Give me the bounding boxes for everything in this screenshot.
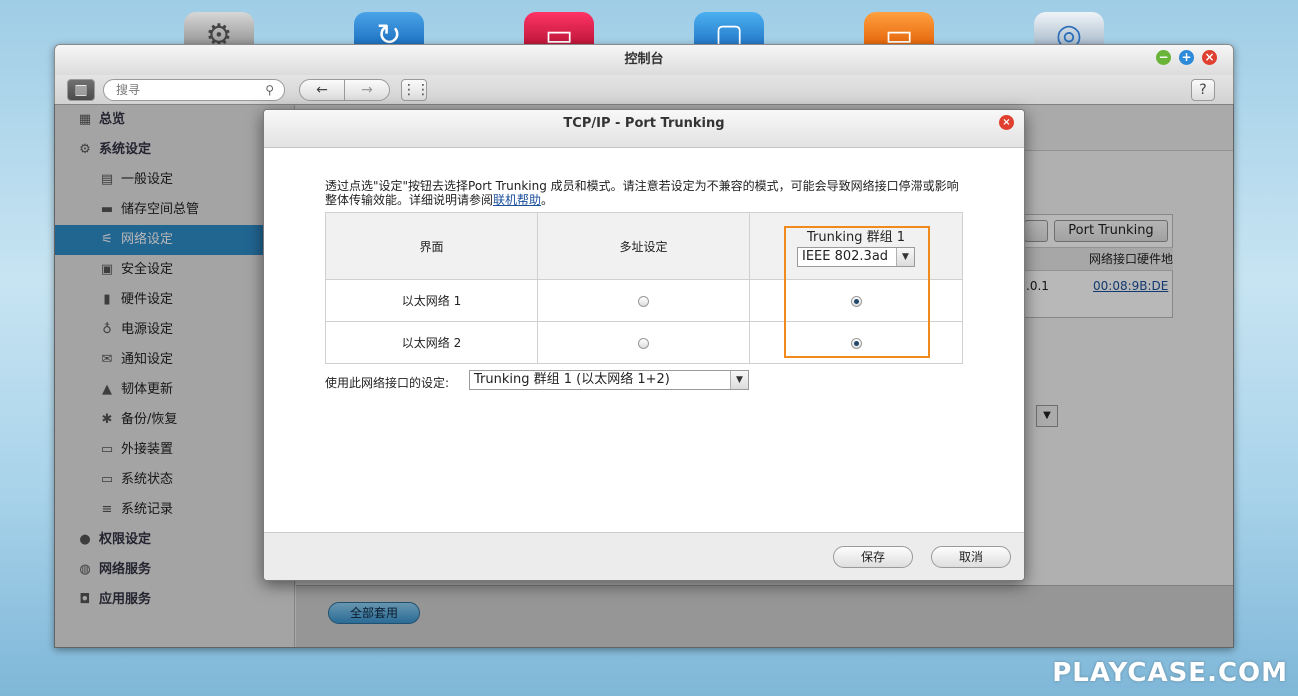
help-button[interactable]: ? [1191,79,1215,101]
multi-address-cell [537,321,750,364]
table-header-row: 界面 多址设定 Trunking 群组 1 IEEE 802.3ad ▼ [325,212,963,280]
description-text: 透过点选"设定"按钮去选择Port Trunking 成员和模式。请注意若设定为… [325,179,959,207]
window-title: 控制台 [55,45,1233,75]
interface-cell: 以太网络 1 [325,279,538,322]
interface-cell: 以太网络 2 [325,321,538,364]
header-trunk-group: Trunking 群组 1 IEEE 802.3ad ▼ [749,212,963,280]
trunk-group-radio-eth2[interactable] [850,337,862,349]
dialog-title: TCP/IP - Port Trunking [264,110,1024,148]
use-interface-label: 使用此网络接口的设定: [325,376,450,390]
header-interface: 界面 [325,212,538,280]
grid-icon: ⋮⋮ [402,82,430,98]
header-multi-address: 多址设定 [537,212,750,280]
trunk-group-cell [749,321,963,364]
arrow-left-icon: ← [316,82,328,98]
multi-address-radio-eth2[interactable] [638,337,649,349]
minimize-icon[interactable]: − [1156,50,1171,65]
chevron-down-icon: ▼ [896,247,914,266]
toolbar: ▥ 搜寻 ⚲ ← → ⋮⋮ ? [55,75,1233,105]
trunk-group-label: Trunking 群组 1 [806,229,906,245]
close-window-icon[interactable]: × [1202,50,1217,65]
online-help-link[interactable]: 联机帮助 [493,193,541,207]
search-input[interactable]: 搜寻 ⚲ [103,79,285,101]
close-dialog-icon[interactable]: × [999,115,1014,130]
trunking-mode-select[interactable]: IEEE 802.3ad ▼ [797,246,915,267]
trunking-table: 界面 多址设定 Trunking 群组 1 IEEE 802.3ad ▼ 以太网… [325,212,963,364]
table-row: 以太网络 2 [325,321,963,364]
maximize-icon[interactable]: + [1179,50,1194,65]
search-placeholder: 搜寻 [116,83,141,97]
trunk-group-cell [749,279,963,322]
panel-icon: ▥ [74,82,88,98]
sidebar-toggle-button[interactable]: ▥ [67,79,95,101]
port-trunking-dialog: TCP/IP - Port Trunking × 透过点选"设定"按钮去选择Po… [263,109,1025,581]
back-button[interactable]: ← [299,79,345,101]
search-icon: ⚲ [265,83,274,97]
use-interface-select[interactable]: Trunking 群组 1 (以太网络 1+2) ▼ [469,370,749,390]
forward-button[interactable]: → [344,79,390,101]
save-button[interactable]: 保存 [833,546,913,568]
cancel-button[interactable]: 取消 [931,546,1011,568]
trunk-group-radio-eth1[interactable] [850,295,862,307]
table-row: 以太网络 1 [325,279,963,322]
apps-grid-button[interactable]: ⋮⋮ [401,79,430,101]
window-controls: − + × [1156,50,1217,65]
trunking-mode-value: IEEE 802.3ad [802,248,889,264]
arrow-right-icon: → [361,82,373,98]
description-end: 。 [541,193,554,207]
multi-address-cell [537,279,750,322]
chevron-down-icon: ▼ [730,371,748,389]
dialog-footer: 保存 取消 [264,532,1024,580]
watermark: PLAYCASE.COM [1052,658,1288,688]
dialog-description: 透过点选"设定"按钮去选择Port Trunking 成员和模式。请注意若设定为… [325,179,965,207]
use-interface-value: Trunking 群组 1 (以太网络 1+2) [474,372,670,387]
multi-address-radio-eth1[interactable] [638,295,649,307]
